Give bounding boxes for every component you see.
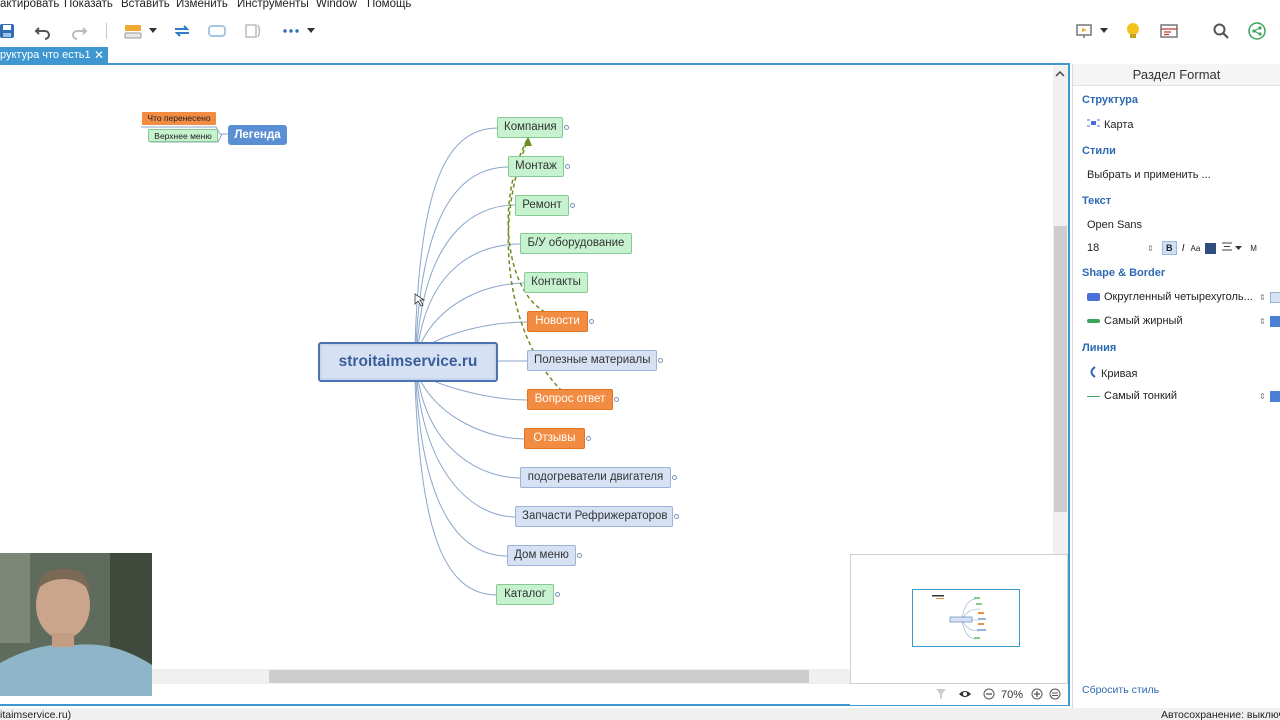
status-autosave: Автосохранение: выключ — [1161, 709, 1280, 720]
structure-value: Карта — [1104, 118, 1134, 131]
structure-select[interactable]: Карта — [1087, 118, 1133, 131]
styles-select[interactable]: Выбрать и применить ... — [1087, 169, 1211, 181]
webcam-overlay — [0, 553, 152, 696]
central-topic[interactable]: stroitaimservice.ru — [318, 342, 498, 382]
more-format-button[interactable]: M — [1250, 244, 1257, 253]
share-icon[interactable] — [1246, 20, 1268, 42]
font-size-value[interactable]: 18 — [1087, 242, 1147, 254]
topic-faq[interactable]: Вопрос ответ — [527, 389, 613, 410]
stepper-icon[interactable]: ⇕ — [1259, 293, 1266, 302]
vertical-scroll-thumb[interactable] — [1054, 226, 1067, 512]
stepper-icon[interactable]: ⇕ — [1147, 244, 1154, 253]
scroll-up-icon[interactable] — [1055, 68, 1065, 78]
border-color-swatch[interactable] — [1270, 316, 1280, 327]
mouse-cursor — [414, 293, 426, 307]
stepper-icon[interactable]: ⇕ — [1259, 392, 1266, 401]
topic-catalog[interactable]: Каталог — [496, 584, 554, 605]
zoom-level: 70% — [1001, 689, 1024, 701]
line-width-select[interactable]: Самый тонкий — [1087, 390, 1177, 402]
legend-item-moved[interactable]: Что перенесено — [142, 112, 216, 125]
collapse-handle[interactable] — [589, 319, 594, 324]
topic-engine-heaters[interactable]: подогреватели двигателя — [520, 467, 671, 488]
format-panel-icon[interactable] — [1158, 20, 1180, 42]
styles-value: Выбрать и применить ... — [1087, 169, 1211, 181]
topic-installation[interactable]: Монтаж — [508, 156, 564, 177]
shape-swatch — [1087, 293, 1100, 301]
topic-contacts[interactable]: Контакты — [524, 272, 588, 293]
collapse-handle[interactable] — [658, 358, 663, 363]
text-heading: Текст — [1082, 195, 1112, 207]
collapse-handle[interactable] — [570, 203, 575, 208]
collapse-handle[interactable] — [565, 164, 570, 169]
horizontal-scroll-thumb[interactable] — [269, 670, 809, 683]
zoom-in-icon[interactable] — [1031, 688, 1043, 703]
bold-button[interactable]: B — [1161, 241, 1177, 255]
align-icon[interactable] — [1222, 242, 1233, 254]
shape-value: Округленный четырехуголь... — [1104, 291, 1253, 303]
chevron-down-icon[interactable] — [1097, 20, 1111, 42]
font-size-row: 18 ⇕ B I Aa M — [1087, 241, 1280, 255]
shape-border-heading: Shape & Border — [1082, 267, 1166, 279]
collapse-handle[interactable] — [564, 125, 569, 130]
text-color-swatch[interactable] — [1205, 242, 1217, 254]
border-value: Самый жирный — [1104, 315, 1183, 327]
topic-reviews[interactable]: Отзывы — [524, 428, 585, 449]
collapse-handle[interactable] — [674, 514, 679, 519]
topic-home-menu[interactable]: Дом меню — [507, 545, 576, 566]
navigator-viewport[interactable] — [912, 589, 1020, 647]
zoom-controls: 70% — [850, 685, 1068, 705]
shape-select[interactable]: Округленный четырехуголь... — [1087, 291, 1253, 303]
collapse-handle[interactable] — [555, 592, 560, 597]
line-color-swatch[interactable] — [1270, 391, 1280, 402]
search-icon[interactable] — [1210, 20, 1232, 42]
styles-heading: Стили — [1082, 145, 1116, 157]
topic-refrigerator-parts[interactable]: Запчасти Рефрижераторов — [515, 506, 673, 527]
status-bar: itaimservice.ru) Автосохранение: выключ — [0, 708, 1280, 720]
zoom-out-icon[interactable] — [983, 688, 995, 703]
border-width-select[interactable]: Самый жирный — [1087, 315, 1183, 327]
topic-useful-materials[interactable]: Полезные материалы — [527, 350, 657, 371]
stepper-icon[interactable]: ⇕ — [1259, 317, 1266, 326]
status-filename: itaimservice.ru) — [0, 709, 72, 720]
italic-button[interactable]: I — [1182, 243, 1185, 254]
fill-color-swatch[interactable] — [1270, 292, 1280, 303]
lightbulb-icon[interactable] — [1122, 20, 1144, 42]
font-family-value: Open Sans — [1087, 219, 1143, 231]
case-button[interactable]: Aa — [1190, 244, 1200, 253]
font-family-select[interactable]: Open Sans — [1087, 219, 1142, 231]
collapse-handle[interactable] — [577, 553, 582, 558]
line-width-value: Самый тонкий — [1104, 390, 1178, 402]
format-panel: Раздел Format Структура Карта Стили Выбр… — [1072, 64, 1280, 708]
line-width-swatch — [1087, 395, 1100, 397]
topic-repair[interactable]: Ремонт — [515, 195, 569, 216]
collapse-handle[interactable] — [614, 397, 619, 402]
fit-icon[interactable] — [1049, 688, 1061, 703]
topic-company[interactable]: Компания — [497, 117, 563, 138]
presentation-icon[interactable] — [1073, 20, 1095, 42]
line-shape-value: Кривая — [1101, 367, 1138, 380]
legend-title[interactable]: Легенда — [228, 125, 287, 145]
collapse-handle[interactable] — [586, 436, 591, 441]
curve-icon — [1087, 366, 1097, 381]
eye-icon[interactable] — [958, 688, 972, 703]
border-swatch — [1087, 319, 1100, 323]
line-heading: Линия — [1082, 342, 1117, 354]
filter-icon[interactable] — [935, 688, 947, 703]
chevron-down-icon[interactable] — [1235, 242, 1243, 254]
collapse-handle[interactable] — [672, 475, 677, 480]
legend-item-top-menu[interactable]: Верхнее меню — [148, 129, 218, 142]
line-shape-select[interactable]: Кривая — [1087, 366, 1137, 381]
topic-news[interactable]: Новости — [527, 311, 588, 332]
topic-used-equipment[interactable]: Б/У оборудование — [520, 233, 632, 254]
panel-title: Раздел Format — [1073, 64, 1280, 86]
reset-style-link[interactable]: Сбросить стиль — [1082, 684, 1159, 696]
structure-heading: Структура — [1082, 94, 1138, 106]
map-structure-icon — [1087, 118, 1100, 131]
